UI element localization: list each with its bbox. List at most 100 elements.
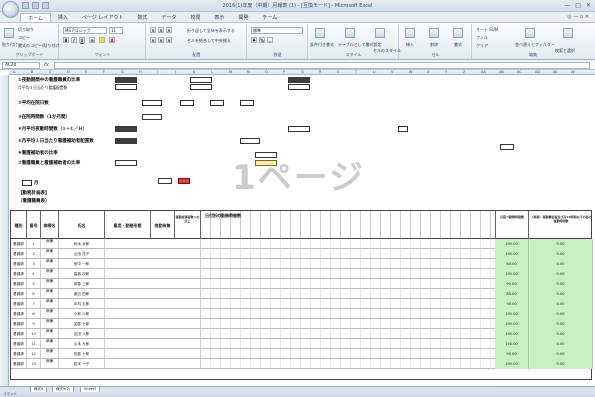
month-label: 月 bbox=[34, 181, 39, 186]
check-box-1[interactable] bbox=[398, 126, 408, 132]
comma-icon[interactable]: , bbox=[267, 37, 273, 43]
table-row[interactable]: 看護師 6 病棟 渡辺 四郎 85.00 0.00 bbox=[11, 289, 593, 299]
sort-filter-icon[interactable] bbox=[525, 28, 535, 38]
cut-button[interactable]: 切り取り bbox=[18, 27, 34, 33]
align-left-icon[interactable]: ≡ bbox=[150, 37, 156, 43]
align-middle-icon[interactable]: ≡ bbox=[158, 27, 164, 33]
nurse-table-title: 〔看護職員表〕 bbox=[18, 199, 50, 204]
font-color-icon[interactable]: A bbox=[109, 37, 115, 43]
fx-icon[interactable]: fx bbox=[44, 62, 49, 68]
formula-input[interactable] bbox=[54, 62, 590, 69]
fill-color-icon[interactable] bbox=[99, 37, 105, 43]
conditional-format-icon[interactable] bbox=[315, 28, 325, 38]
name-box[interactable]: AL20 bbox=[2, 62, 40, 69]
table-row[interactable]: 看護師 11 病棟 山本 九郎 190.00 0.00 bbox=[11, 339, 593, 349]
wrap-text-button[interactable]: 折り返して全体を表示する bbox=[187, 28, 235, 34]
table-row[interactable]: 看護師 8 病棟 小林 六郎 190.00 0.00 bbox=[11, 309, 593, 319]
table-row[interactable]: 看護師 1 病棟 鈴木 太郎 190.00 0.00 bbox=[11, 239, 593, 249]
align-right-icon[interactable]: ≡ bbox=[166, 37, 172, 43]
underline-icon[interactable]: U bbox=[79, 37, 85, 43]
from-month-box[interactable] bbox=[180, 100, 194, 106]
format-table-icon[interactable] bbox=[345, 28, 355, 38]
number-label: 数値 bbox=[273, 52, 282, 57]
limit-box[interactable] bbox=[158, 178, 172, 184]
align-bottom-icon[interactable]: ≡ bbox=[166, 27, 172, 33]
table-row[interactable]: 看護師 9 病棟 加藤 七郎 190.00 0.00 bbox=[11, 319, 593, 329]
merge-center-button[interactable]: セルを結合して中央揃え bbox=[187, 38, 231, 44]
insert-cells-icon[interactable] bbox=[405, 28, 415, 38]
office-button[interactable] bbox=[2, 1, 19, 18]
help-icon[interactable]: ◎ — ▫ ✕ bbox=[567, 14, 589, 20]
stay-days-box[interactable] bbox=[142, 100, 162, 106]
stay-hours-box[interactable] bbox=[142, 114, 162, 120]
italic-icon[interactable]: I bbox=[71, 37, 77, 43]
to-month-box[interactable] bbox=[240, 100, 254, 106]
day-columns bbox=[201, 211, 495, 239]
undo-icon[interactable] bbox=[32, 2, 39, 9]
delete-cells-button[interactable]: 削除 bbox=[430, 42, 438, 48]
conditional-format-button[interactable]: 条件付き書式 bbox=[310, 42, 334, 48]
editing-group: オート SUM フィル クリア 並べ替えとフィルター 検索と選択 編集 bbox=[473, 24, 593, 59]
editing-label: 編集 bbox=[529, 52, 537, 57]
from-day-box[interactable] bbox=[210, 100, 224, 106]
align-top-icon[interactable]: ≡ bbox=[150, 27, 156, 33]
currency-icon[interactable]: ¥ bbox=[251, 37, 257, 43]
window-controls: — □ ✕ bbox=[564, 2, 591, 9]
format-cells-button[interactable]: 書式 bbox=[454, 42, 462, 48]
font-name-select[interactable]: MS Pゴシック bbox=[63, 27, 107, 34]
paste-button[interactable]: 貼り付け bbox=[2, 42, 18, 48]
table-row[interactable]: 看護師 5 病棟 伊藤 三郎 90.00 0.00 bbox=[11, 279, 593, 289]
table-row[interactable]: 看護師 3 病棟 田中 一郎 60.00 0.00 bbox=[11, 259, 593, 269]
ratio-box-7[interactable] bbox=[115, 160, 137, 166]
styles-label: スタイル bbox=[345, 52, 362, 57]
autosum-button[interactable]: オート SUM bbox=[476, 27, 498, 33]
percent-icon[interactable]: % bbox=[259, 37, 265, 43]
header-ward: 病棟名 bbox=[41, 211, 59, 239]
find-select-icon[interactable] bbox=[563, 28, 573, 38]
table-row[interactable]: 看護師 4 病棟 高橋 次郎 190.00 0.00 bbox=[11, 269, 593, 279]
save-icon[interactable] bbox=[22, 2, 29, 9]
font-size-select[interactable]: 11 bbox=[109, 27, 123, 34]
sort-filter-button[interactable]: 並べ替えとフィルター bbox=[515, 42, 555, 48]
formula-bar: AL20 fx bbox=[0, 61, 595, 70]
clear-button[interactable]: クリア bbox=[476, 43, 488, 49]
table-row[interactable]: 看護師 2 病棟 山田 花子 190.00 0.00 bbox=[11, 249, 593, 259]
insert-cells-button[interactable]: 挿入 bbox=[406, 42, 414, 48]
number-format-select[interactable]: 標準 bbox=[251, 27, 303, 34]
check-box-2[interactable] bbox=[500, 144, 514, 150]
table-row[interactable]: 看護師 12 病棟 佐藤 十郎 90.00 0.00 bbox=[11, 349, 593, 359]
minimize-button[interactable]: — bbox=[564, 2, 570, 9]
table-row[interactable]: 看護師 13 病棟 松本 一子 190.00 0.00 bbox=[11, 359, 593, 369]
month-box[interactable] bbox=[22, 180, 32, 186]
table-row[interactable]: 看護師 10 病棟 吉田 八郎 190.00 0.00 bbox=[11, 329, 593, 339]
plan-table-title: 【勤務計画表】 bbox=[18, 191, 50, 196]
header-count: 夜勤従事者数への計上 bbox=[175, 211, 201, 239]
align-center-icon[interactable]: ≡ bbox=[158, 37, 164, 43]
worksheet[interactable]: A B C D E F G H I J K L M N O P Q R S T U V W X Y Z AA AB AC AD AE AF ①… bbox=[0, 70, 595, 386]
nurse-count-1[interactable] bbox=[190, 77, 212, 83]
border-icon[interactable]: ⊞ bbox=[89, 37, 95, 43]
table-row[interactable]: 看護師 7 病棟 中村 五郎 90.00 0.00 bbox=[11, 299, 593, 309]
redo-icon[interactable] bbox=[42, 2, 49, 9]
delete-cells-icon[interactable] bbox=[429, 28, 439, 38]
header-name: 氏名 bbox=[59, 211, 105, 239]
aide-count-box[interactable] bbox=[240, 138, 260, 144]
styles-group: 条件付き書式 テーブルとして書式設定 セルのスタイル スタイル bbox=[309, 24, 401, 59]
close-button[interactable]: ✕ bbox=[586, 2, 591, 9]
copy-button[interactable]: コピー bbox=[18, 35, 30, 41]
bold-icon[interactable]: B bbox=[63, 37, 69, 43]
ratio-value-2[interactable] bbox=[115, 84, 137, 90]
nurse-total-2[interactable] bbox=[288, 84, 310, 90]
cell-styles-icon[interactable] bbox=[375, 28, 385, 38]
paste-icon[interactable] bbox=[4, 28, 14, 38]
nurse-count-2[interactable] bbox=[190, 84, 212, 90]
format-painter-button[interactable]: 書式のコピー/貼り付け bbox=[18, 43, 59, 49]
fill-button[interactable]: フィル bbox=[476, 35, 488, 41]
line-7: ⑦看護職員と看護補助者の比率 bbox=[18, 161, 81, 166]
maximize-button[interactable]: □ bbox=[575, 2, 581, 9]
night-hours-box[interactable] bbox=[288, 126, 310, 132]
night-avg-value bbox=[115, 126, 137, 132]
alignment-group: ≡ ≡ ≡ 折り返して全体を表示する ≡ ≡ ≡ セルを結合して中央揃え 配置 bbox=[147, 24, 247, 59]
header-no: 番号 bbox=[27, 211, 41, 239]
format-cells-icon[interactable] bbox=[453, 28, 463, 38]
